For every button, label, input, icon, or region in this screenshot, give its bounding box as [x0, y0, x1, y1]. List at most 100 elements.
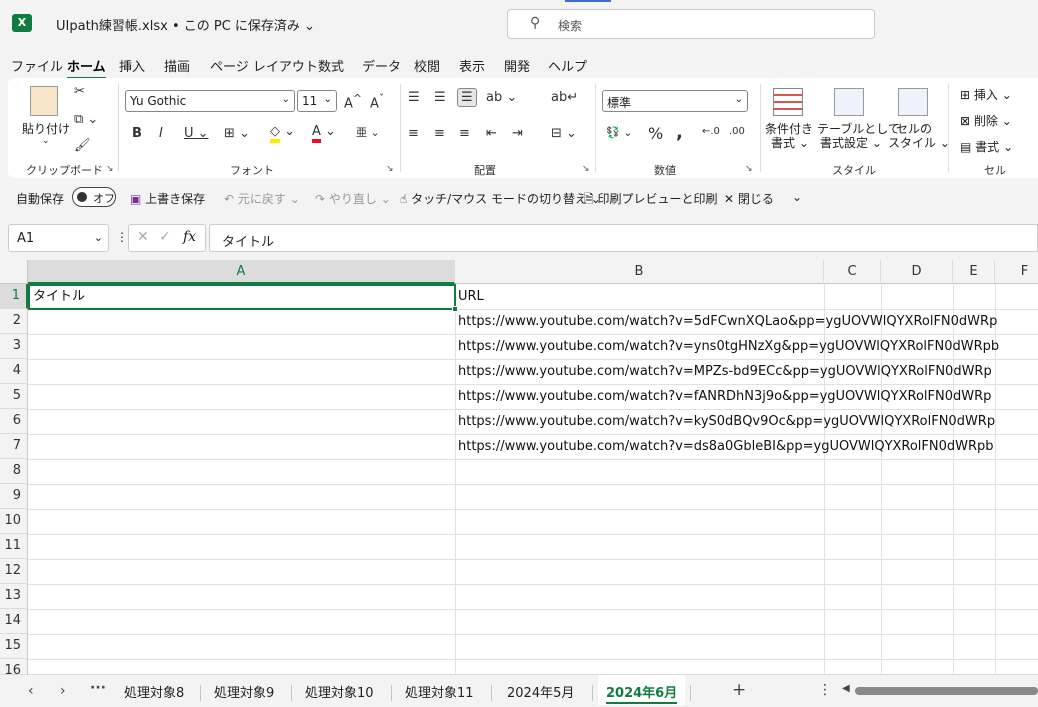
conditional-formatting-icon[interactable]	[773, 88, 803, 116]
customize-qat-icon[interactable]: ⌄	[792, 190, 802, 204]
sheet-tab[interactable]: 2024年5月	[507, 682, 574, 701]
format-cells-button[interactable]: ▤ 書式 ⌄	[960, 138, 1013, 155]
cancel-icon[interactable]: ✕	[137, 229, 149, 245]
cell-styles-label2[interactable]: スタイル ⌄	[888, 134, 950, 151]
prev-sheet-icon[interactable]: ‹	[28, 683, 34, 699]
alignment-launcher-icon[interactable]: ↘	[582, 164, 590, 174]
column-header-e[interactable]: E	[953, 260, 995, 284]
redo-button[interactable]: ↷ やり直し ⌄	[315, 190, 391, 207]
row-header[interactable]: 16	[0, 659, 28, 674]
conditional-formatting-label2[interactable]: 書式 ⌄	[771, 134, 809, 151]
print-preview-button[interactable]: 🗎 印刷プレビューと印刷	[584, 190, 717, 211]
worksheet-grid[interactable]: A B C D E F 1 2 3 4 5 6 7 8 9 10 11 12 1…	[0, 260, 1038, 674]
font-launcher-icon[interactable]: ↘	[386, 164, 394, 174]
sheet-tab[interactable]: 処理対象11	[405, 682, 474, 701]
scroll-left-icon[interactable]: ◀	[842, 683, 850, 694]
search-box[interactable]: ⚲ 検索	[507, 9, 875, 39]
wrap-text-icon[interactable]: ab↵	[551, 90, 578, 105]
autosave-toggle[interactable]: オフ	[72, 187, 116, 207]
formula-input[interactable]: タイトル	[209, 224, 1038, 252]
row-header[interactable]: 14	[0, 609, 28, 634]
increase-font-icon[interactable]: A^	[344, 92, 362, 111]
row-header[interactable]: 9	[0, 484, 28, 509]
sheet-tab[interactable]: 処理対象8	[124, 682, 184, 701]
enter-icon[interactable]: ✓	[159, 229, 171, 245]
align-center-icon[interactable]: ≡	[434, 126, 445, 141]
increase-indent-icon[interactable]: ⇥	[512, 126, 523, 141]
row-header[interactable]: 13	[0, 584, 28, 609]
paste-dropdown-icon[interactable]: ⌄	[42, 136, 50, 146]
phonetic-icon[interactable]: 亜 ⌄	[356, 124, 380, 140]
insert-cells-button[interactable]: ⊞ 挿入 ⌄	[960, 86, 1012, 103]
touch-mode-button[interactable]: ☝ タッチ/マウス モードの切り替え ⌄	[400, 190, 601, 207]
copy-icon[interactable]: ⧉ ⌄	[74, 112, 98, 127]
tab-review[interactable]: 校閲	[414, 56, 440, 75]
align-bottom-icon[interactable]: ☰	[457, 88, 477, 107]
tab-page-layout[interactable]: ページ レイアウト	[210, 56, 318, 75]
more-sheets-icon[interactable]: ···	[90, 680, 106, 696]
cell-b5[interactable]: https://www.youtube.com/watch?v=fANRDhN3…	[458, 384, 1038, 409]
row-header[interactable]: 11	[0, 534, 28, 559]
bold-icon[interactable]: B	[132, 126, 142, 141]
column-header-c[interactable]: C	[824, 260, 881, 284]
tab-formulas[interactable]: 数式	[318, 56, 344, 75]
clipboard-launcher-icon[interactable]: ↘	[106, 164, 114, 174]
column-header-a[interactable]: A	[28, 260, 455, 284]
paste-icon[interactable]	[30, 86, 58, 116]
italic-icon[interactable]: I	[159, 126, 163, 141]
next-sheet-icon[interactable]: ›	[60, 683, 66, 699]
sheet-options-icon[interactable]: ⋮	[818, 682, 832, 698]
align-top-icon[interactable]: ☰	[408, 90, 420, 105]
name-box[interactable]: A1 ⌄	[8, 224, 109, 252]
tab-help[interactable]: ヘルプ	[548, 56, 587, 75]
row-header[interactable]: 3	[0, 334, 28, 359]
merge-center-icon[interactable]: ⊟ ⌄	[551, 126, 577, 141]
cut-icon[interactable]: ✂	[74, 84, 85, 99]
cell-b4[interactable]: https://www.youtube.com/watch?v=MPZs-bd9…	[458, 359, 1038, 384]
column-header-b[interactable]: B	[455, 260, 824, 284]
excel-app-icon[interactable]: X	[12, 14, 32, 32]
row-header[interactable]: 4	[0, 359, 28, 384]
column-header-f[interactable]: F	[995, 260, 1038, 284]
row-header[interactable]: 12	[0, 559, 28, 584]
underline-icon[interactable]: U ⌄	[184, 126, 209, 141]
font-color-icon[interactable]: A ⌄	[312, 124, 336, 143]
borders-icon[interactable]: ⊞ ⌄	[224, 126, 250, 141]
horizontal-scrollbar[interactable]	[855, 687, 1038, 695]
row-header[interactable]: 1	[0, 284, 28, 309]
format-painter-icon[interactable]: 🖌	[74, 138, 91, 153]
align-left-icon[interactable]: ≡	[408, 126, 419, 141]
align-right-icon[interactable]: ≡	[459, 126, 470, 141]
increase-decimal-icon[interactable]: ←.0	[702, 126, 720, 137]
cell-b7[interactable]: https://www.youtube.com/watch?v=ds8a0Gbl…	[458, 434, 1038, 459]
undo-button[interactable]: ↶ 元に戻す ⌄	[224, 190, 300, 207]
decrease-decimal-icon[interactable]: .00	[729, 126, 745, 137]
tab-data[interactable]: データ	[362, 56, 401, 75]
cell-b6[interactable]: https://www.youtube.com/watch?v=kyS0dBQv…	[458, 409, 1038, 434]
cell-b2[interactable]: https://www.youtube.com/watch?v=5dFCwnXQ…	[458, 309, 1038, 334]
tab-developer[interactable]: 開発	[504, 56, 530, 75]
add-sheet-icon[interactable]: +	[732, 680, 746, 700]
tab-view[interactable]: 表示	[459, 56, 485, 75]
insert-function-icon[interactable]: fx	[183, 229, 196, 245]
format-as-table-label2[interactable]: 書式設定 ⌄	[820, 134, 882, 151]
close-button[interactable]: ✕ 閉じる	[724, 190, 774, 207]
font-family-select[interactable]: Yu Gothic ⌄	[125, 90, 295, 112]
row-header[interactable]: 2	[0, 309, 28, 334]
column-header-d[interactable]: D	[881, 260, 953, 284]
decrease-font-icon[interactable]: Aˇ	[370, 92, 384, 111]
cell-b3[interactable]: https://www.youtube.com/watch?v=yns0tgHN…	[458, 334, 1038, 359]
sheet-tab[interactable]: 処理対象9	[214, 682, 274, 701]
save-button[interactable]: ▣ 上書き保存	[130, 190, 205, 207]
row-header[interactable]: 10	[0, 509, 28, 534]
fill-color-icon[interactable]: ◇ ⌄	[270, 124, 295, 143]
sheet-tab-active[interactable]: 2024年6月	[598, 675, 686, 705]
orientation-icon[interactable]: ab ⌄	[486, 90, 517, 105]
currency-format-icon[interactable]: 💱 ⌄	[606, 126, 632, 139]
cell-styles-icon[interactable]	[898, 88, 928, 116]
tab-home[interactable]: ホーム	[67, 56, 106, 79]
more-options-icon[interactable]: ⋮	[116, 230, 128, 244]
number-launcher-icon[interactable]: ↘	[745, 164, 753, 174]
cell-b1[interactable]: URL	[458, 284, 1038, 309]
row-header[interactable]: 5	[0, 384, 28, 409]
